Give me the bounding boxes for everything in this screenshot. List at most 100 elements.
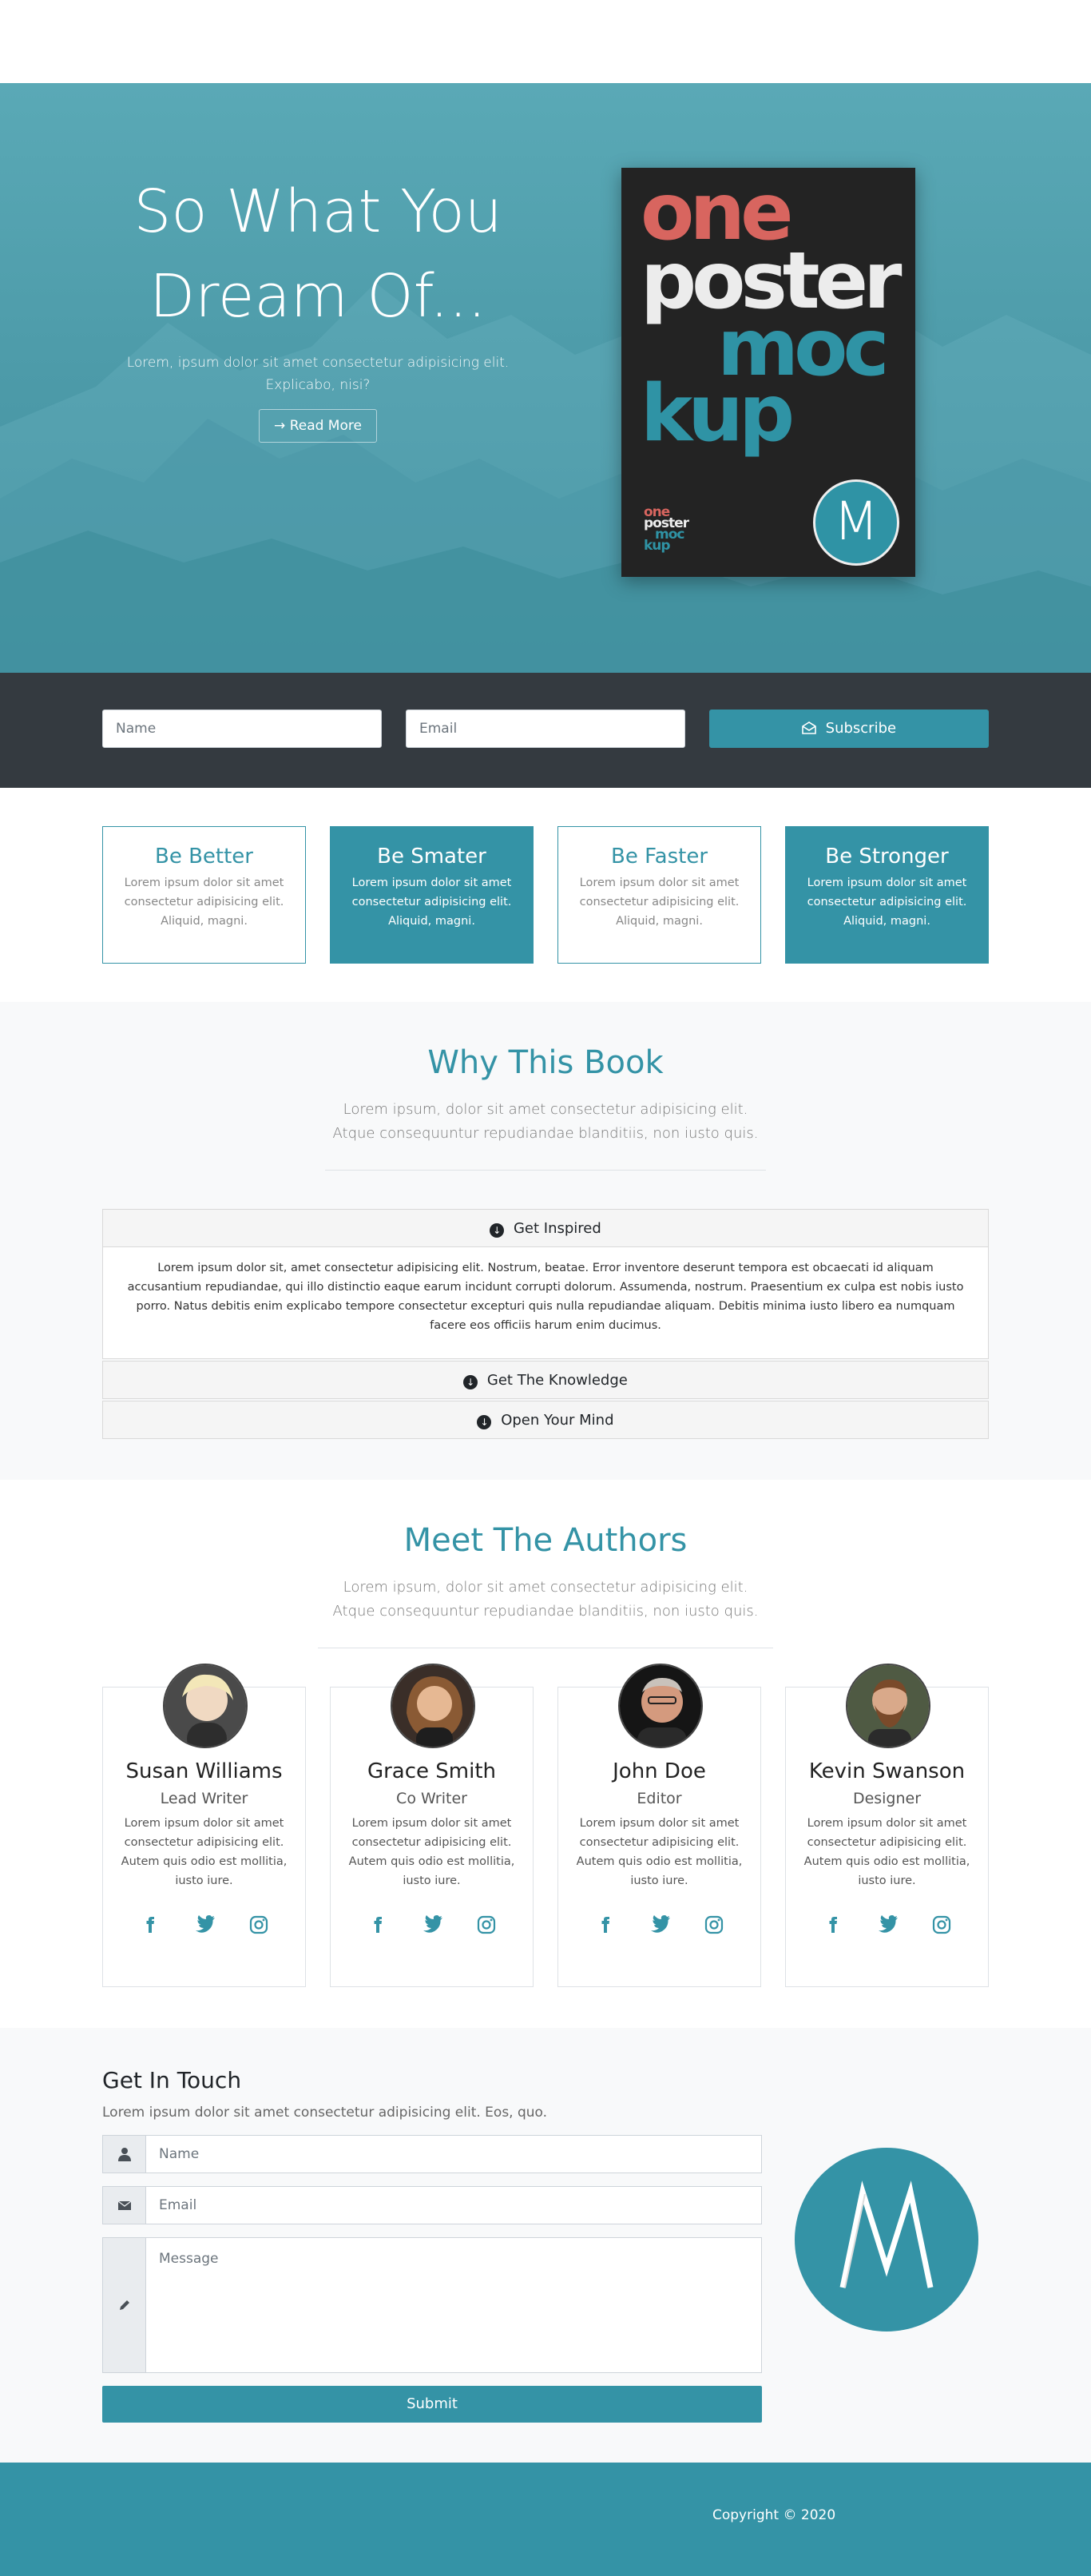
contact-message-field[interactable]: Message: [102, 2237, 762, 2373]
hero-title-line1: So What You: [133, 177, 502, 246]
features-section: Be Better Lorem ipsum dolor sit amet con…: [0, 788, 1091, 1002]
social-links: [103, 1913, 305, 1937]
twitter-icon[interactable]: [192, 1913, 216, 1937]
author-bio: Lorem ipsum dolor sit amet consectetur a…: [576, 1817, 743, 1887]
submit-button[interactable]: Submit: [102, 2386, 762, 2423]
divider: [325, 1170, 766, 1171]
author-card: Kevin Swanson Designer Lorem ipsum dolor…: [785, 1664, 989, 1987]
author-name: Kevin Swanson: [808, 1759, 966, 1783]
pencil-icon: [103, 2238, 146, 2372]
authors-section: Meet The Authors Lorem ipsum, dolor sit …: [0, 1480, 1091, 2028]
author-role: Co Writer: [396, 1790, 467, 1807]
envelope-icon: [103, 2187, 146, 2224]
instagram-icon[interactable]: [474, 1913, 498, 1937]
top-bar: [0, 0, 1091, 83]
facebook-icon[interactable]: [821, 1913, 845, 1937]
author-bio: Lorem ipsum dolor sit amet consectetur a…: [803, 1817, 970, 1887]
arrow-right-icon: →: [274, 418, 286, 434]
poster-line: kup: [641, 368, 795, 459]
author-name: John Doe: [613, 1759, 706, 1783]
avatar: [846, 1664, 930, 1748]
subscribe-email-input[interactable]: Email: [406, 710, 685, 748]
author-role: Lead Writer: [160, 1790, 248, 1807]
accordion: ↓ Get Inspired Lorem ipsum dolor sit, am…: [102, 1209, 989, 1439]
hero-subtitle: Lorem, ipsum dolor sit amet consectetur …: [126, 355, 510, 393]
author-role: Editor: [637, 1790, 682, 1807]
contact-message-textarea[interactable]: Message: [146, 2238, 761, 2372]
author-card: John Doe Editor Lorem ipsum dolor sit am…: [557, 1664, 761, 1987]
author-name: Susan Williams: [125, 1759, 283, 1783]
avatar: [163, 1664, 248, 1748]
twitter-icon[interactable]: [875, 1913, 899, 1937]
subscribe-button[interactable]: Subscribe: [709, 710, 989, 748]
authors-lead: Lorem ipsum, dolor sit amet consectetur …: [332, 1579, 759, 1620]
footer: Copyright © 2020: [0, 2463, 1091, 2576]
instagram-icon[interactable]: [247, 1913, 271, 1937]
social-links: [558, 1913, 760, 1937]
instagram-icon[interactable]: [930, 1913, 954, 1937]
social-links: [331, 1913, 533, 1937]
avatar: [391, 1664, 475, 1748]
subscribe-bar: Name Email Subscribe: [0, 673, 1091, 788]
contact-email-field[interactable]: Email: [102, 2186, 762, 2224]
facebook-icon[interactable]: [366, 1913, 390, 1937]
instagram-icon[interactable]: [702, 1913, 726, 1937]
feature-text: Lorem ipsum dolor sit amet consectetur a…: [807, 877, 967, 928]
poster-small-logo: one poster moc kup: [644, 506, 689, 553]
copyright-text: Copyright © 2020: [712, 2507, 836, 2523]
accordion-header-get-the-knowledge[interactable]: ↓ Get The Knowledge: [102, 1361, 989, 1399]
why-section: Why This Book Lorem ipsum, dolor sit ame…: [0, 1002, 1091, 1480]
feature-text: Lorem ipsum dolor sit amet consectetur a…: [351, 877, 512, 928]
hero-title: So What You Dream Of...: [102, 169, 534, 339]
hero-section: So What You Dream Of... Lorem, ipsum dol…: [0, 83, 1091, 673]
envelope-open-icon: [802, 722, 816, 734]
accordion-header-open-your-mind[interactable]: ↓ Open Your Mind: [102, 1401, 989, 1439]
feature-box: Be Better Lorem ipsum dolor sit amet con…: [102, 826, 306, 964]
subscribe-name-input[interactable]: Name: [102, 710, 382, 748]
feature-title: Be Better: [154, 845, 253, 869]
read-more-label: Read More: [289, 418, 362, 434]
feature-box: Be Faster Lorem ipsum dolor sit amet con…: [557, 826, 761, 964]
accordion-header-get-inspired[interactable]: ↓ Get Inspired: [102, 1209, 989, 1247]
twitter-icon[interactable]: [420, 1913, 444, 1937]
contact-name-field[interactable]: Name: [102, 2135, 762, 2173]
feature-title: Be Smater: [377, 845, 486, 869]
feature-text: Lorem ipsum dolor sit amet consectetur a…: [579, 877, 740, 928]
hero-text: So What You Dream Of... Lorem, ipsum dol…: [102, 169, 534, 443]
feature-box: Be Stronger Lorem ipsum dolor sit amet c…: [785, 826, 989, 964]
arrow-circle-down-icon: ↓: [490, 1223, 505, 1238]
user-icon: [103, 2136, 146, 2173]
facebook-icon[interactable]: [138, 1913, 162, 1937]
accordion-label: Open Your Mind: [501, 1412, 614, 1429]
arrow-circle-down-icon: ↓: [463, 1375, 478, 1389]
author-role: Designer: [852, 1790, 922, 1807]
poster-m-logo: M: [813, 479, 899, 566]
feature-box: Be Smater Lorem ipsum dolor sit amet con…: [330, 826, 534, 964]
why-title: Why This Book: [427, 1044, 664, 1081]
author-bio: Lorem ipsum dolor sit amet consectetur a…: [348, 1817, 515, 1887]
accordion-label: Get The Knowledge: [486, 1372, 628, 1389]
accordion-label: Get Inspired: [513, 1220, 601, 1237]
feature-title: Be Stronger: [825, 845, 949, 869]
facebook-icon[interactable]: [593, 1913, 617, 1937]
contact-title: Get In Touch: [102, 2067, 242, 2093]
author-name: Grace Smith: [367, 1759, 497, 1783]
feature-text: Lorem ipsum dolor sit amet consectetur a…: [124, 877, 284, 928]
contact-lead: Lorem ipsum dolor sit amet consectetur a…: [102, 2105, 548, 2121]
contact-section: Get In Touch Lorem ipsum dolor sit amet …: [0, 2028, 1091, 2463]
hero-title-line2: Dream Of...: [149, 262, 486, 331]
contact-name-input[interactable]: Name: [146, 2136, 761, 2173]
why-lead: Lorem ipsum, dolor sit amet consectetur …: [332, 1101, 759, 1142]
author-cards: Susan Williams Lead Writer Lorem ipsum d…: [102, 1664, 989, 1987]
m-logo: [795, 2148, 978, 2332]
read-more-button[interactable]: → Read More: [259, 409, 377, 443]
arrow-circle-down-icon: ↓: [477, 1415, 492, 1429]
authors-title: Meet The Authors: [403, 1522, 688, 1559]
author-card: Grace Smith Co Writer Lorem ipsum dolor …: [330, 1664, 534, 1987]
poster-image: one poster moc kup one poster moc kup M: [621, 168, 915, 577]
feature-title: Be Faster: [610, 845, 708, 869]
author-bio: Lorem ipsum dolor sit amet consectetur a…: [121, 1817, 288, 1887]
twitter-icon[interactable]: [648, 1913, 672, 1937]
contact-email-input[interactable]: Email: [146, 2187, 761, 2224]
accordion-body: Lorem ipsum dolor sit, amet consectetur …: [102, 1247, 989, 1359]
